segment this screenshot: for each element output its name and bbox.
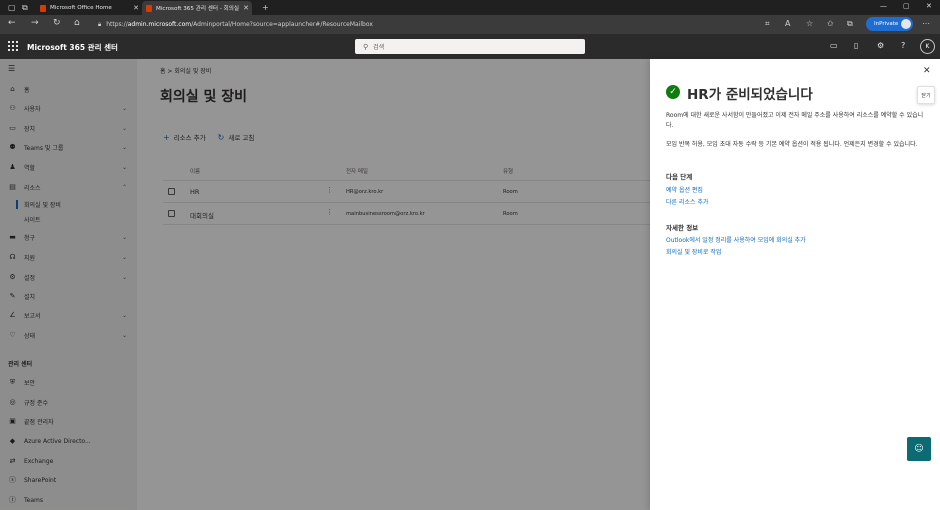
app-launcher-icon[interactable]: [8, 41, 18, 51]
help-icon[interactable]: ?: [901, 41, 905, 50]
more-menu-icon[interactable]: ⋯: [922, 19, 930, 28]
more-info-heading: 자세한 정보: [666, 224, 699, 232]
office-logo-icon: [40, 4, 46, 12]
favorites-icon[interactable]: ✩: [827, 19, 834, 28]
inprivate-label: InPrivate: [874, 21, 899, 27]
office-logo-icon: [146, 4, 152, 12]
panel-booking-note: 모임 반복 허용, 모임 초대 자동 수락 등 기본 예약 옵션이 적용 됩니다…: [666, 141, 918, 148]
tab-close-icon[interactable]: ✕: [133, 4, 139, 12]
account-initial: K: [925, 43, 930, 50]
forward-icon[interactable]: →: [31, 18, 39, 28]
maximize-icon[interactable]: ▢: [903, 2, 910, 10]
qr-code-icon[interactable]: ⌗: [765, 19, 770, 29]
add-another-resource-link[interactable]: 다른 리소스 추가: [666, 197, 708, 206]
outlook-scheduling-link[interactable]: Outlook에서 일정 정리를 사용하여 모임에 회의실 추가: [666, 235, 806, 244]
lock-icon: 🔒︎: [98, 20, 102, 28]
inprivate-badge[interactable]: InPrivate: [866, 17, 913, 31]
url-scheme: https://: [106, 21, 128, 28]
success-check-icon: ✓: [666, 85, 680, 99]
favorite-star-icon[interactable]: ☆: [806, 19, 813, 28]
next-steps-heading: 다음 단계: [666, 173, 693, 181]
tab-close-icon[interactable]: ✕: [243, 4, 249, 12]
app-title[interactable]: Microsoft 365 관리 센터: [27, 42, 118, 53]
new-tab-icon[interactable]: +: [262, 3, 269, 12]
m365-header: Microsoft 365 관리 센터 ⚲ 검색 ▭ ▯ ⚙ ? K: [0, 34, 940, 59]
browser-tab-admin-center[interactable]: Microsoft 365 관리 센터 - 회의실 ✕: [142, 1, 252, 15]
browser-tab-bar: ▢ ⧉ Microsoft Office Home ✕ Microsoft 36…: [0, 0, 940, 15]
tab-title: Microsoft Office Home: [50, 5, 112, 11]
read-aloud-icon[interactable]: A: [785, 19, 790, 28]
workspaces-icon[interactable]: ⧉: [22, 3, 28, 13]
panel-description: Room에 대한 새로운 사서함이 만들어졌고 이제 전자 메일 주소를 사용하…: [666, 112, 924, 129]
panel-title: HR가 준비되었습니다: [687, 87, 813, 103]
resource-ready-panel: ✕ ✓ HR가 준비되었습니다 Room에 대한 새로운 사서함이 만들어졌고 …: [650, 59, 940, 510]
back-icon[interactable]: ←: [8, 18, 16, 28]
tab-actions-icon[interactable]: ▢: [8, 3, 16, 12]
url-domain: admin.microsoft.com: [127, 21, 192, 28]
minimize-icon[interactable]: —: [880, 2, 887, 10]
url-path: /Adminportal/Home?source=applauncher#/Re…: [191, 21, 373, 28]
search-placeholder: 검색: [373, 44, 385, 51]
edit-booking-options-link[interactable]: 예약 옵션 편집: [666, 185, 703, 194]
profile-avatar: [901, 19, 911, 29]
close-tab-label: 닫기: [921, 92, 931, 99]
mobile-icon[interactable]: ▯: [854, 41, 858, 50]
close-tab-button[interactable]: 닫기: [917, 86, 935, 104]
panel-close-icon[interactable]: ✕: [923, 66, 931, 76]
window-close-icon[interactable]: ✕: [926, 2, 932, 10]
home-icon[interactable]: ⌂: [74, 18, 80, 28]
tab-title: Microsoft 365 관리 센터 - 회의실: [156, 6, 240, 12]
help-chat-icon[interactable]: ☺: [907, 437, 931, 461]
settings-gear-icon[interactable]: ⚙: [877, 41, 884, 50]
browser-address-row: ← → ↻ ⌂ 🔒︎ https://admin.microsoft.com/A…: [0, 15, 940, 34]
account-avatar[interactable]: K: [920, 39, 935, 54]
search-input[interactable]: ⚲ 검색: [355, 39, 585, 54]
browser-tab-office-home[interactable]: Microsoft Office Home ✕: [36, 1, 142, 15]
modal-overlay[interactable]: [0, 59, 650, 510]
collections-icon[interactable]: ⧉: [847, 19, 853, 29]
reload-icon[interactable]: ↻: [53, 18, 61, 28]
address-bar[interactable]: 🔒︎ https://admin.microsoft.com/Adminport…: [98, 17, 758, 32]
search-icon: ⚲: [363, 42, 369, 51]
screen-share-icon[interactable]: ▭: [830, 41, 838, 50]
rooms-equipment-work-link[interactable]: 회의실 및 장비로 작업: [666, 247, 721, 256]
